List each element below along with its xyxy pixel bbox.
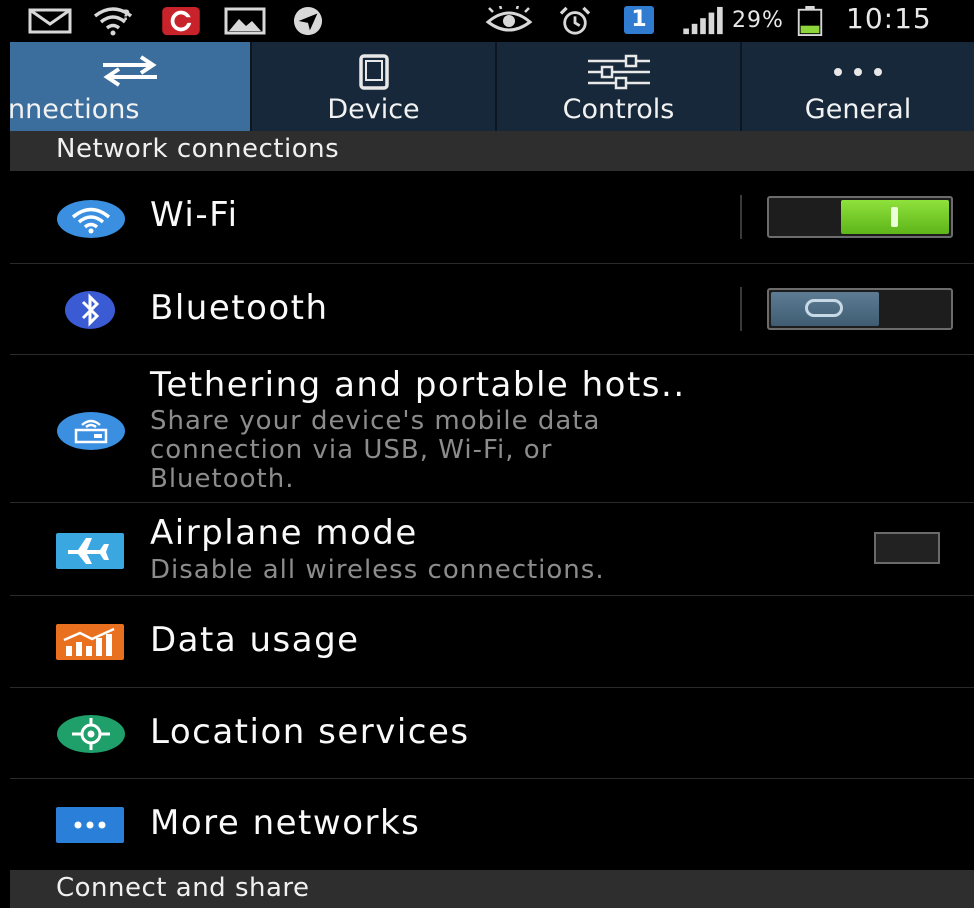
tab-device[interactable]: Device <box>252 42 497 131</box>
battery-percent: 29% <box>732 8 784 33</box>
divider <box>740 195 742 239</box>
data-usage-title: Data usage <box>150 620 360 660</box>
list-item-wifi[interactable]: Wi-Fi <box>10 171 974 264</box>
toggle-knob <box>771 292 879 326</box>
subtitle-line: connection via USB, Wi-Fi, or <box>150 435 553 465</box>
mail-icon <box>28 8 72 34</box>
tethering-subtitle: Share your device's mobile data connecti… <box>150 407 950 494</box>
subtitle-line: Bluetooth. <box>150 464 295 494</box>
subtitle-line: Share your device's mobile data <box>150 406 601 436</box>
svg-text:?: ? <box>122 8 130 24</box>
more-networks-icon <box>56 807 124 843</box>
notification-count-icon: 1 <box>624 6 654 34</box>
list-item-tethering[interactable]: Tethering and portable hots.. Share your… <box>10 355 974 503</box>
battery-icon <box>797 6 823 36</box>
list-item-airplane[interactable]: Airplane mode Disable all wireless conne… <box>10 503 974 596</box>
settings-app: ? 1 29% 10:15 nnections Device Controls … <box>10 0 974 908</box>
airplane-checkbox[interactable] <box>874 532 940 564</box>
wifi-toggle[interactable] <box>767 196 953 238</box>
location-arrow-icon <box>293 6 323 36</box>
signal-icon <box>683 6 723 35</box>
swap-arrows-icon <box>103 55 157 87</box>
divider <box>740 287 742 331</box>
list-item-data-usage[interactable]: Data usage <box>10 596 974 688</box>
more-dots-icon <box>834 68 882 76</box>
section-header-network: Network connections <box>10 131 974 171</box>
bluetooth-icon <box>65 291 115 329</box>
airplane-title: Airplane mode <box>150 513 418 553</box>
section-title: Connect and share <box>56 873 310 903</box>
image-icon <box>224 7 266 35</box>
airplane-subtitle: Disable all wireless connections. <box>150 555 605 585</box>
wifi-icon <box>57 200 125 238</box>
section-title: Network connections <box>56 134 340 164</box>
clock: 10:15 <box>846 2 932 35</box>
screen: ? 1 29% 10:15 nnections Device Controls … <box>0 0 974 908</box>
status-bar: ? 1 29% 10:15 <box>10 0 974 42</box>
tab-connections[interactable]: nnections <box>10 42 252 131</box>
tab-controls[interactable]: Controls <box>497 42 742 131</box>
tab-general[interactable]: General <box>742 42 974 131</box>
data-usage-icon <box>56 624 124 660</box>
eye-icon <box>485 6 533 32</box>
tab-label-connections: nnections <box>10 94 140 125</box>
toggle-knob <box>841 200 949 234</box>
more-networks-title: More networks <box>150 803 421 843</box>
tab-label-device: Device <box>327 94 420 125</box>
location-target-icon <box>57 715 125 753</box>
bluetooth-title: Bluetooth <box>150 288 329 328</box>
section-header-connect-share: Connect and share <box>10 870 974 908</box>
list-item-more-networks[interactable]: More networks <box>10 779 974 870</box>
list-item-location[interactable]: Location services <box>10 688 974 779</box>
wifi-alert-icon: ? <box>93 7 133 36</box>
bluetooth-toggle[interactable] <box>767 288 953 330</box>
list-item-bluetooth[interactable]: Bluetooth <box>10 264 974 355</box>
airplane-icon <box>56 533 124 569</box>
tethering-title: Tethering and portable hots.. <box>150 365 686 405</box>
app-badge-icon <box>162 6 200 36</box>
alarm-icon <box>559 6 591 35</box>
phone-icon <box>358 54 389 90</box>
sliders-icon <box>587 54 650 90</box>
tab-label-general: General <box>804 94 912 125</box>
tab-label-controls: Controls <box>562 94 675 125</box>
tab-bar: nnections Device Controls General <box>10 42 974 131</box>
hotspot-icon <box>57 412 125 450</box>
location-title: Location services <box>150 712 470 752</box>
wifi-title: Wi-Fi <box>150 195 239 235</box>
